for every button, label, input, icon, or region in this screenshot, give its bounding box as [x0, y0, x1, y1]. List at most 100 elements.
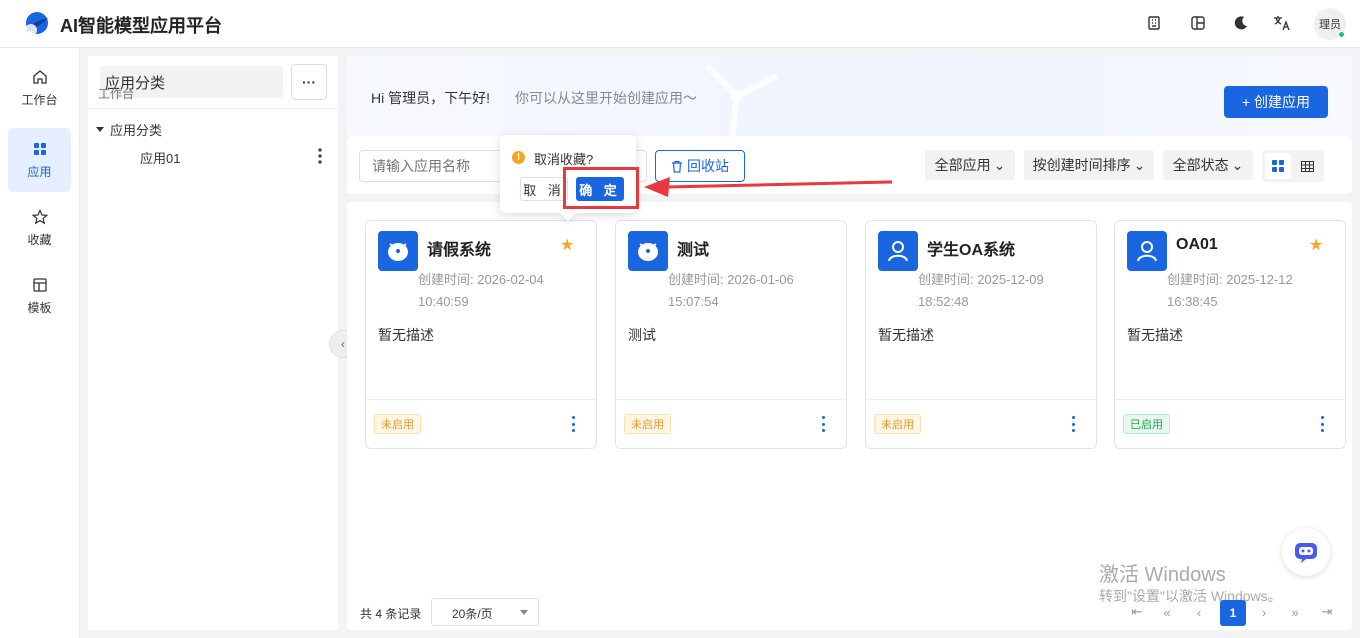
status-badge: 未启用 [374, 414, 421, 434]
sort-value: 按创建时间排序 [1032, 157, 1131, 173]
status-select[interactable]: 全部状态 ⌄ [1163, 150, 1253, 180]
divider [1115, 399, 1345, 400]
avatar-label: 理员 [1319, 19, 1341, 31]
app-card[interactable]: 请假系统 ★ 创建时间: 2026-02-04 10:40:59 暂无描述 未启… [365, 220, 597, 449]
star-filled-icon[interactable]: ★ [560, 235, 574, 255]
welcome-banner: Hi 管理员，下午好! 你可以从这里开始创建应用～ + 创建应用 [347, 56, 1352, 136]
app-name: 请假系统 [427, 242, 492, 259]
created-clock: 16:38:45 [1167, 294, 1218, 309]
app-list: 请假系统 ★ 创建时间: 2026-02-04 10:40:59 暂无描述 未启… [347, 202, 1352, 630]
user-avatar[interactable]: 理员 [1314, 8, 1346, 40]
create-app-button[interactable]: + 创建应用 [1224, 86, 1328, 118]
created-date: 创建时间: 2026-02-04 [418, 272, 544, 287]
vertical-dots-icon[interactable] [318, 148, 322, 164]
tree-node-app01[interactable]: 应用01 [140, 148, 180, 167]
caret-down-icon [520, 610, 528, 615]
next-group-icon[interactable]: » [1286, 602, 1304, 622]
more-vertical-icon[interactable] [570, 416, 576, 432]
page-size-value: 20条/页 [452, 607, 493, 621]
page-number-current[interactable]: 1 [1220, 600, 1246, 626]
created-clock: 18:52:48 [918, 294, 969, 309]
windows-activation-watermark: 激活 Windows [1099, 564, 1226, 586]
cancel-button[interactable]: 取 消 [520, 177, 568, 201]
star-filled-icon[interactable]: ★ [1309, 235, 1323, 255]
created-time: 创建时间: 2025-12-09 18:52:48 [918, 269, 1078, 313]
app-description: 暂无描述 [1127, 327, 1183, 343]
first-page-icon[interactable]: ⇤ [1128, 602, 1146, 622]
translate-icon[interactable] [1272, 13, 1292, 33]
user-icon [878, 231, 918, 271]
left-nav: 工作台 应用 收藏 模板 [0, 48, 80, 638]
card-view-button[interactable] [1265, 153, 1291, 179]
chevron-down-icon: ⌄ [1133, 156, 1146, 173]
app-description: 测试 [628, 327, 656, 343]
divider [866, 399, 1096, 400]
created-time: 创建时间: 2025-12-12 16:38:45 [1167, 269, 1327, 313]
last-page-icon[interactable]: ⇥ [1318, 602, 1336, 622]
more-vertical-icon[interactable] [1070, 416, 1076, 432]
user-icon [1127, 231, 1167, 271]
online-status-dot [1338, 31, 1345, 38]
nav-item-favorites[interactable]: 收藏 [8, 196, 71, 260]
table-icon [1300, 160, 1314, 172]
sort-select[interactable]: 按创建时间排序 ⌄ [1024, 150, 1154, 180]
status-value: 全部状态 [1172, 157, 1229, 173]
template-icon [32, 277, 47, 292]
top-bar: AI智能模型应用平台 理员 [0, 0, 1360, 48]
tree-root-label: 应用分类 [110, 123, 163, 138]
created-clock: 10:40:59 [418, 294, 469, 309]
created-time: 创建时间: 2026-02-04 10:40:59 [418, 269, 578, 313]
prev-page-icon[interactable]: ‹ [1190, 602, 1208, 622]
chevron-left-icon: ‹ [341, 337, 345, 351]
layout-icon[interactable] [1188, 13, 1208, 33]
table-view-button[interactable] [1294, 153, 1320, 179]
robot-icon [628, 231, 668, 271]
app-description: 暂无描述 [878, 327, 934, 343]
caret-down-icon[interactable] [96, 127, 104, 132]
nav-label: 工作台 [21, 92, 58, 107]
nav-label: 收藏 [27, 232, 52, 247]
warning-icon: ! [512, 151, 525, 164]
app-card[interactable]: 测试 创建时间: 2026-01-06 15:07:54 测试 未启用 [615, 220, 847, 449]
created-clock: 15:07:54 [668, 294, 719, 309]
created-date: 创建时间: 2025-12-12 [1167, 272, 1293, 287]
total-records: 共 4 条记录 [360, 607, 422, 621]
logo-icon [25, 12, 48, 36]
page-size-select[interactable]: 20条/页 [431, 598, 539, 626]
robot-icon [378, 231, 418, 271]
moon-icon[interactable] [1231, 13, 1251, 33]
view-toggle [1262, 150, 1324, 182]
app-type-select[interactable]: 全部应用 ⌄ [925, 150, 1015, 180]
tree-root-node[interactable]: 应用分类 [96, 120, 162, 139]
status-badge: 未启用 [624, 414, 671, 434]
created-time: 创建时间: 2026-01-06 15:07:54 [668, 269, 828, 313]
greeting-text: Hi 管理员，下午好! [371, 90, 490, 106]
nav-label: 模板 [27, 300, 52, 315]
app-name: 测试 [677, 242, 710, 259]
star-icon [31, 208, 48, 224]
app-card[interactable]: 学生OA系统 创建时间: 2025-12-09 18:52:48 暂无描述 未启… [865, 220, 1097, 449]
prev-group-icon[interactable]: « [1158, 602, 1176, 622]
nav-item-templates[interactable]: 模板 [8, 264, 71, 328]
more-vertical-icon[interactable] [820, 416, 826, 432]
divider [366, 399, 596, 400]
grid-icon [1272, 160, 1284, 172]
nav-item-workbench[interactable]: 工作台 [8, 56, 71, 120]
category-more-button[interactable]: ··· [291, 64, 327, 100]
created-date: 创建时间: 2026-01-06 [668, 272, 794, 287]
more-vertical-icon[interactable] [1319, 416, 1325, 432]
building-icon[interactable] [1144, 13, 1164, 33]
divider [616, 399, 846, 400]
popconfirm-question: 取消收藏? [534, 152, 594, 167]
status-badge: 已启用 [1123, 414, 1170, 434]
next-page-icon[interactable]: › [1255, 602, 1273, 622]
chatbot-icon [1295, 543, 1317, 563]
nav-label: 应用 [27, 164, 52, 179]
nav-item-apps[interactable]: 应用 [8, 128, 71, 192]
app-name: OA01 [1176, 236, 1218, 253]
app-name: 学生OA系统 [927, 242, 1016, 259]
chatbot-button[interactable] [1282, 528, 1330, 576]
drag-ghost-label: 工作台 [98, 87, 135, 101]
category-panel: 应用分类 工作台 ··· 应用分类 应用01 [88, 56, 338, 630]
app-card[interactable]: OA01 ★ 创建时间: 2025-12-12 16:38:45 暂无描述 已启… [1114, 220, 1346, 449]
